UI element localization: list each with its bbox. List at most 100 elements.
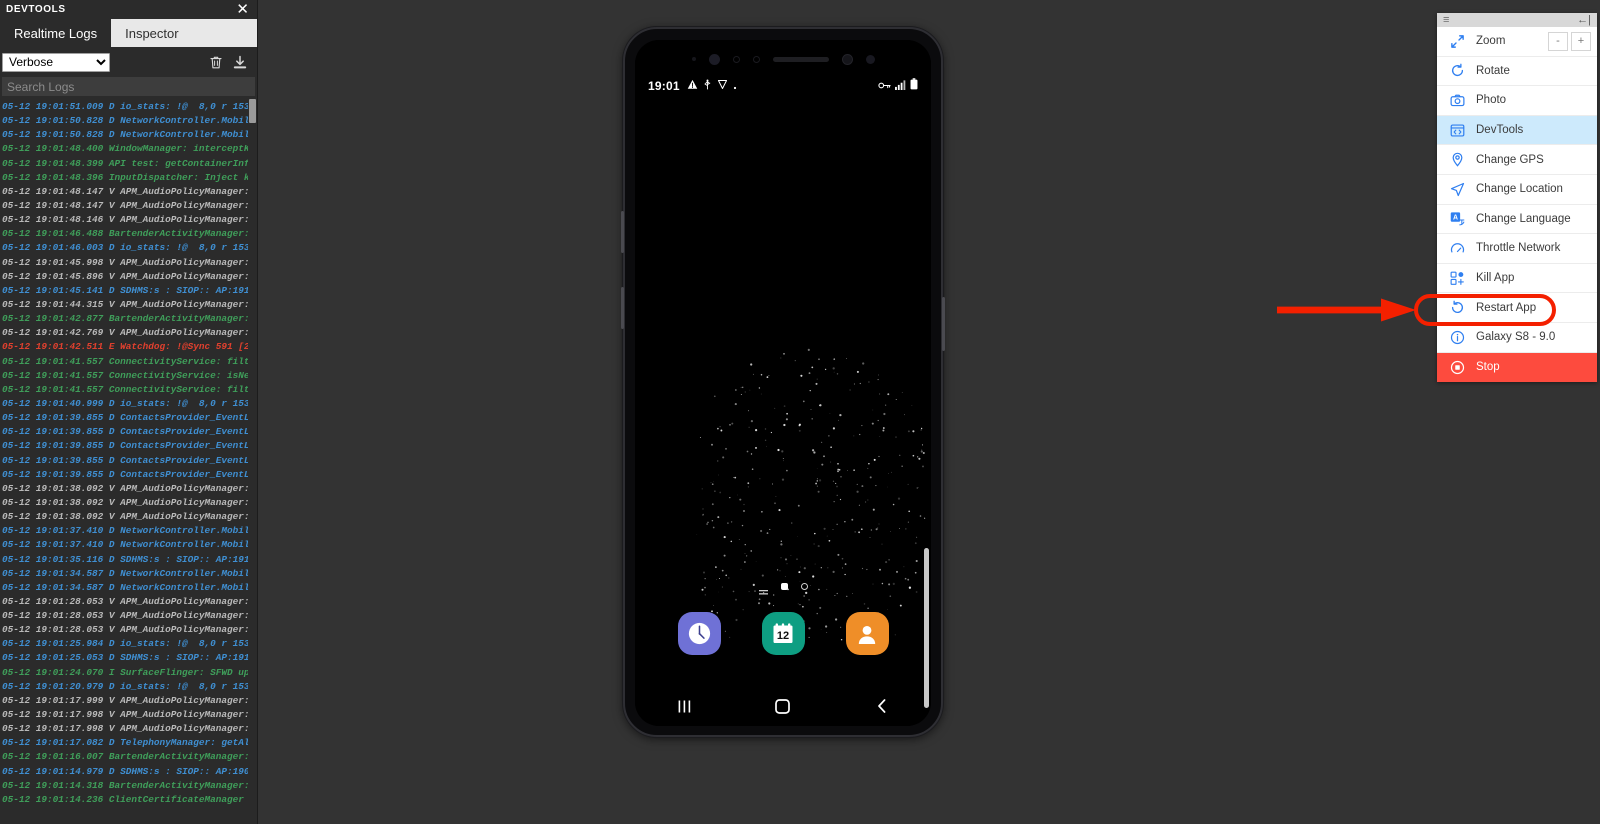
drag-handle-icon[interactable]: ≡ (1443, 14, 1450, 26)
log-line: 05-12 19:01:38.092 V APM_AudioPolicyMana… (2, 496, 257, 508)
log-line: 05-12 19:01:48.147 V APM_AudioPolicyMana… (2, 185, 257, 197)
sidebar-item-label-throttle-network: Throttle Network (1476, 242, 1561, 255)
log-line: 05-12 19:01:17.998 V APM_AudioPolicyMana… (2, 709, 257, 721)
search-input[interactable] (2, 77, 255, 96)
sidebar-item-throttle-network[interactable]: Throttle Network (1437, 234, 1597, 264)
log-line: 05-12 19:01:42.769 V APM_AudioPolicyMana… (2, 327, 257, 339)
phone-screen-scrollbar[interactable] (924, 548, 929, 708)
clock-app-icon[interactable] (677, 612, 721, 655)
status-bar-left-icons (687, 77, 737, 95)
phone-screen[interactable]: 19:01 12 (635, 40, 931, 726)
sidebar-item-label-restart-app: Restart App (1476, 301, 1537, 314)
clear-logs-icon[interactable] (207, 53, 225, 71)
sidebar-topbar[interactable]: ≡ ←| (1437, 13, 1597, 27)
page-indicator-dot[interactable] (800, 583, 808, 590)
sidebar-item-devtools[interactable]: DevTools (1437, 115, 1597, 146)
iris-sensor-icon (708, 53, 720, 65)
svg-text:A: A (1452, 215, 1457, 222)
phone-status-bar: 19:01 (635, 77, 931, 95)
sidebar-item-device-info[interactable]: Galaxy S8 - 9.0 (1437, 322, 1597, 353)
sidebar-item-label-change-gps: Change GPS (1476, 153, 1544, 166)
log-line: 05-12 19:01:39.855 D ContactsProvider_Ev… (2, 440, 257, 452)
restart-circular-arrow-icon (1449, 300, 1465, 316)
page-indicator-active-dot[interactable] (780, 583, 788, 590)
home-page-indicator (635, 583, 931, 595)
device-control-sidebar: ≡ ←| Zoom - + Rotate Photo DevTools Chan… (1437, 13, 1597, 383)
contacts-app-icon[interactable] (845, 612, 889, 655)
home-button[interactable] (763, 691, 803, 721)
earpiece-speaker-icon (772, 56, 829, 62)
log-line: 05-12 19:01:48.399 API test: getContaine… (2, 157, 257, 169)
signal-bars-icon (895, 77, 906, 95)
log-line: 05-12 19:01:16.007 BartenderActivityMana… (2, 751, 257, 763)
page-indicator-list-icon[interactable] (758, 583, 768, 595)
log-line: 05-12 19:01:37.410 D NetworkController.M… (2, 539, 257, 551)
phone-navigation-bar (635, 688, 931, 724)
log-line: 05-12 19:01:37.410 D NetworkController.M… (2, 525, 257, 537)
info-circle-icon (1449, 329, 1465, 345)
recents-button[interactable] (664, 691, 704, 721)
sidebar-item-zoom[interactable]: Zoom - + (1437, 27, 1597, 57)
log-line: 05-12 19:01:46.003 D io_stats: !@ 8,0 r … (2, 242, 257, 254)
sidebar-item-photo[interactable]: Photo (1437, 86, 1597, 116)
volume-up-button[interactable] (621, 211, 624, 253)
log-line: 05-12 19:01:48.396 InputDispatcher: Inje… (2, 171, 257, 183)
translate-icon: A (1449, 211, 1465, 227)
close-icon[interactable]: ✕ (236, 2, 251, 17)
front-camera-icon (841, 53, 853, 65)
log-line: 05-12 19:01:14.979 D SDHMS:s : SIOP:: AP… (2, 765, 257, 777)
log-line: 05-12 19:01:42.877 BartenderActivityMana… (2, 313, 257, 325)
sidebar-item-change-language[interactable]: A Change Language (1437, 204, 1597, 235)
sidebar-item-change-location[interactable]: Change Location (1437, 174, 1597, 205)
power-button[interactable] (942, 297, 945, 351)
code-window-icon (1449, 122, 1465, 138)
vpn-key-icon (878, 77, 891, 95)
play-triangle-icon (717, 77, 728, 95)
download-logs-icon[interactable] (231, 53, 249, 71)
stop-record-icon (1449, 359, 1465, 375)
sidebar-item-restart-app[interactable]: Restart App (1437, 293, 1597, 323)
log-line: 05-12 19:01:25.984 D io_stats: !@ 8,0 r … (2, 638, 257, 650)
back-button[interactable] (862, 691, 902, 721)
log-line: 05-12 19:01:45.896 V APM_AudioPolicyMana… (2, 270, 257, 282)
usb-icon (703, 77, 712, 95)
log-line: 05-12 19:01:50.828 D NetworkController.M… (2, 115, 257, 127)
tab-realtime-logs[interactable]: Realtime Logs (0, 19, 112, 47)
log-line: 05-12 19:01:39.855 D ContactsProvider_Ev… (2, 454, 257, 466)
sidebar-item-change-gps[interactable]: Change GPS (1437, 145, 1597, 175)
sidebar-item-stop[interactable]: Stop (1437, 352, 1597, 383)
log-line: 05-12 19:01:35.116 D SDHMS:s : SIOP:: AP… (2, 553, 257, 565)
log-line: 05-12 19:01:34.587 D NetworkController.M… (2, 567, 257, 579)
volume-down-button[interactable] (621, 287, 624, 329)
log-line: 05-12 19:01:17.082 D TelephonyManager: g… (2, 737, 257, 749)
collapse-sidebar-icon[interactable]: ←| (1577, 14, 1591, 26)
zoom-in-button[interactable]: + (1571, 31, 1591, 51)
gauge-icon (1449, 240, 1465, 256)
log-scrollbar-thumb[interactable] (249, 99, 256, 123)
devtools-panel: DEVTOOLS ✕ Realtime Logs Inspector Verbo… (0, 0, 258, 824)
log-list[interactable]: 05-12 19:01:51.009 D io_stats: !@ 8,0 r … (0, 99, 257, 824)
status-bar-clock: 19:01 (648, 79, 680, 93)
log-line: 05-12 19:01:28.053 V APM_AudioPolicyMana… (2, 624, 257, 636)
log-line: 05-12 19:01:44.315 V APM_AudioPolicyMana… (2, 298, 257, 310)
log-line: 05-12 19:01:48.146 V APM_AudioPolicyMana… (2, 214, 257, 226)
sidebar-item-rotate[interactable]: Rotate (1437, 56, 1597, 87)
status-bar-right-icons (878, 77, 918, 95)
calendar-app-icon[interactable]: 12 (761, 612, 805, 655)
log-line: 05-12 19:01:51.009 D io_stats: !@ 8,0 r … (2, 101, 257, 112)
log-line: 05-12 19:01:14.236 ClientCertificateMana… (2, 793, 257, 805)
log-line: 05-12 19:01:20.979 D io_stats: !@ 8,0 r … (2, 680, 257, 692)
sidebar-item-label-change-language: Change Language (1476, 212, 1571, 225)
calendar-day-number: 12 (777, 630, 789, 642)
log-line: 05-12 19:01:41.557 ConnectivityService: … (2, 369, 257, 381)
device-stage: 19:01 12 (258, 0, 1600, 824)
log-line: 05-12 19:01:17.998 V APM_AudioPolicyMana… (2, 723, 257, 735)
tab-inspector[interactable]: Inspector (111, 19, 193, 47)
log-line: 05-12 19:01:39.855 D ContactsProvider_Ev… (2, 426, 257, 438)
log-scrollbar[interactable] (248, 99, 257, 824)
zoom-out-button[interactable]: - (1548, 31, 1568, 51)
log-level-select[interactable]: VerboseDebugInfoWarnErrorAssert (2, 52, 110, 72)
sidebar-item-kill-app[interactable]: Kill App (1437, 263, 1597, 294)
sidebar-item-label-devtools: DevTools (1476, 124, 1524, 137)
send-arrow-icon (1449, 181, 1465, 197)
